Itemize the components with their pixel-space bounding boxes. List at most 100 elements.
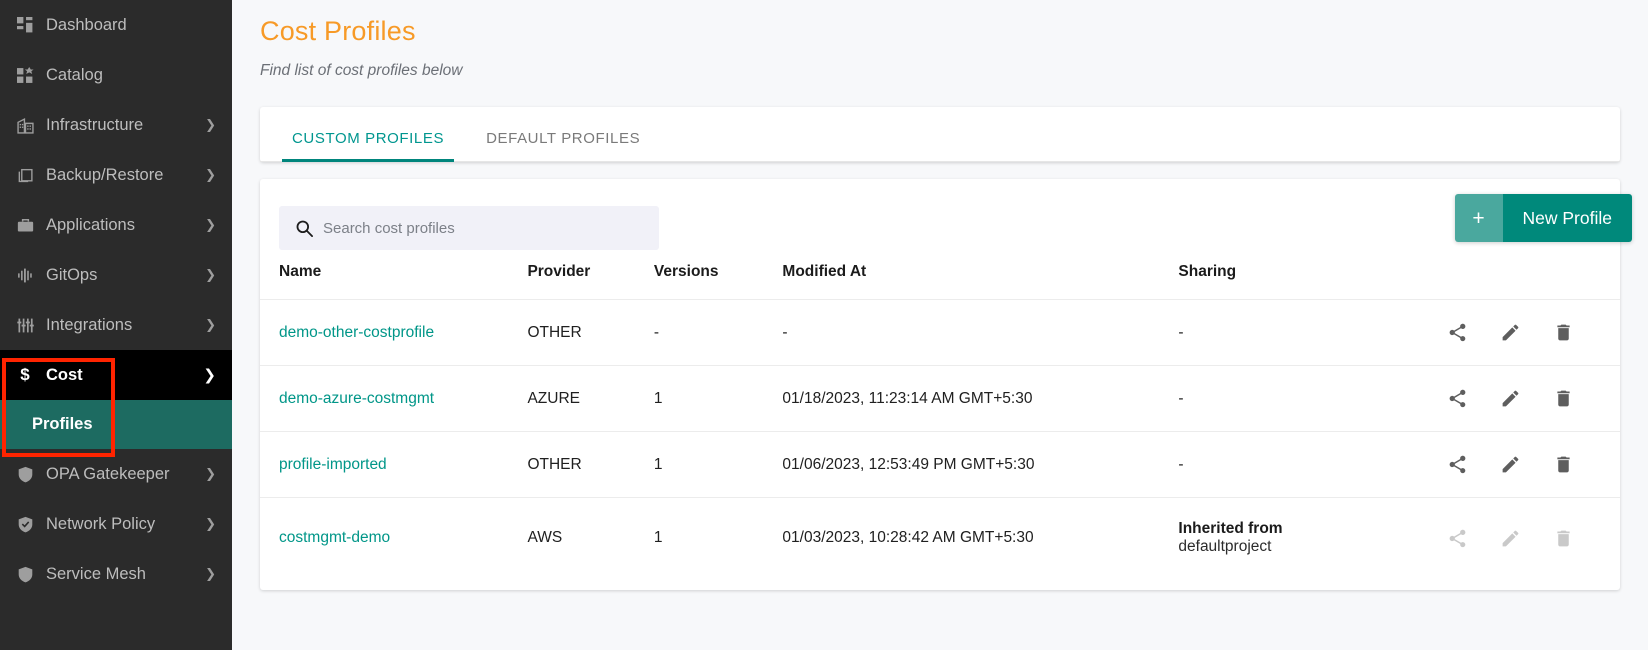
cell-modified-at: - xyxy=(782,299,1179,366)
sidebar-item-label: Infrastructure xyxy=(46,115,144,134)
sidebar-item-label: Integrations xyxy=(46,315,133,334)
table-row: costmgmt-demo AWS 1 01/03/2023, 10:28:42… xyxy=(260,498,1620,579)
share-icon xyxy=(1447,528,1468,549)
table-body: demo-other-costprofile OTHER - - - demo-… xyxy=(260,299,1620,579)
sidebar-item-dashboard[interactable]: Dashboard xyxy=(0,0,232,50)
cell-versions: - xyxy=(653,299,783,366)
sidebar-item-integrations[interactable]: Integrations ❯ xyxy=(0,300,232,350)
sharing-inherited-label: Inherited from xyxy=(1178,520,1283,537)
chevron-right-icon: ❯ xyxy=(205,117,216,133)
column-header-modified-at[interactable]: Modified At xyxy=(782,257,1179,300)
sidebar-item-label: Dashboard xyxy=(46,15,127,34)
profile-link[interactable]: demo-other-costprofile xyxy=(279,324,434,341)
row-actions xyxy=(1433,454,1620,475)
sharing-project-name: defaultproject xyxy=(1178,538,1272,555)
edit-pencil-icon[interactable] xyxy=(1500,322,1521,343)
delete-trash-icon[interactable] xyxy=(1553,388,1574,409)
tab-custom-profiles[interactable]: CUSTOM PROFILES xyxy=(282,130,455,162)
dashboard-icon xyxy=(12,16,38,34)
cell-provider: OTHER xyxy=(527,431,654,498)
cell-provider: AWS xyxy=(527,529,563,546)
cell-modified-at: 01/06/2023, 12:53:49 PM GMT+5:30 xyxy=(782,431,1179,498)
cell-versions: 1 xyxy=(653,529,663,546)
delete-trash-icon xyxy=(1553,528,1574,549)
sidebar-item-cost[interactable]: $ Cost ❯ xyxy=(0,350,232,400)
sidebar-item-opa-gatekeeper[interactable]: OPA Gatekeeper ❯ xyxy=(0,449,232,499)
sidebar-item-network-policy[interactable]: Network Policy ❯ xyxy=(0,499,232,549)
plus-icon[interactable]: + xyxy=(1454,194,1503,242)
tab-label: CUSTOM PROFILES xyxy=(292,130,445,147)
sidebar-item-label: OPA Gatekeeper xyxy=(46,464,170,483)
tab-default-profiles[interactable]: DEFAULT PROFILES xyxy=(476,130,650,161)
page-header: Cost Profiles Find list of cost profiles… xyxy=(232,0,1648,80)
profile-link[interactable]: profile-imported xyxy=(279,456,387,473)
column-header-name[interactable]: Name xyxy=(260,257,528,300)
sidebar-item-gitops[interactable]: GitOps ❯ xyxy=(0,250,232,300)
delete-trash-icon[interactable] xyxy=(1553,322,1574,343)
cell-actions xyxy=(1433,299,1620,366)
cell-actions xyxy=(1433,431,1620,498)
cell-versions: 1 xyxy=(653,431,783,498)
table-row: demo-other-costprofile OTHER - - - xyxy=(260,299,1620,366)
chevron-right-icon: ❯ xyxy=(205,466,216,482)
search-input[interactable] xyxy=(323,219,647,237)
sidebar-item-infrastructure[interactable]: Infrastructure ❯ xyxy=(0,100,232,150)
cell-sharing: - xyxy=(1178,299,1434,366)
sidebar-item-service-mesh[interactable]: Service Mesh ❯ xyxy=(0,549,232,599)
catalog-icon xyxy=(12,66,38,84)
sidebar-item-label: Backup/Restore xyxy=(46,165,164,184)
edit-pencil-icon[interactable] xyxy=(1500,454,1521,475)
profiles-card: + New Profile Name Provider Versions Mod… xyxy=(260,179,1632,590)
chevron-right-icon: ❯ xyxy=(205,167,216,183)
cell-name: demo-other-costprofile xyxy=(260,299,528,366)
profile-link[interactable]: costmgmt-demo xyxy=(279,529,390,546)
delete-trash-icon[interactable] xyxy=(1553,454,1574,475)
edit-pencil-icon[interactable] xyxy=(1500,388,1521,409)
page-title: Cost Profiles xyxy=(260,16,416,46)
chevron-right-icon: ❯ xyxy=(205,516,216,532)
column-header-sharing[interactable]: Sharing xyxy=(1178,257,1434,300)
tab-bar: CUSTOM PROFILES DEFAULT PROFILES xyxy=(260,107,1620,162)
chevron-right-icon: ❯ xyxy=(205,566,216,582)
row-actions xyxy=(1433,388,1620,409)
search-icon xyxy=(291,219,317,238)
shield-icon xyxy=(12,566,38,583)
shield-check-icon xyxy=(12,516,38,533)
cell-actions xyxy=(1433,498,1620,579)
tab-label: DEFAULT PROFILES xyxy=(486,130,641,147)
sidebar-item-applications[interactable]: Applications ❯ xyxy=(0,200,232,250)
cell-name: demo-azure-costmgmt xyxy=(260,365,528,432)
sidebar-item-label: GitOps xyxy=(46,265,98,284)
column-header-actions xyxy=(1433,257,1620,300)
table-toolbar: + New Profile xyxy=(260,179,1632,257)
sidebar-subitem-label: Profiles xyxy=(32,415,93,433)
cell-sharing: - xyxy=(1178,365,1434,432)
dollar-icon: $ xyxy=(20,365,30,384)
main-content: Cost Profiles Find list of cost profiles… xyxy=(232,0,1648,650)
cell-sharing: - xyxy=(1178,431,1434,498)
pipeline-icon xyxy=(12,267,38,284)
column-header-versions[interactable]: Versions xyxy=(653,257,783,300)
building-icon xyxy=(12,117,38,134)
cell-provider: AZURE xyxy=(527,365,654,432)
share-icon[interactable] xyxy=(1447,454,1468,475)
profiles-table: Name Provider Versions Modified At Shari… xyxy=(260,257,1620,578)
sliders-icon xyxy=(12,317,38,334)
sidebar-item-profiles[interactable]: Profiles xyxy=(0,400,232,449)
chevron-right-icon: ❯ xyxy=(205,267,216,283)
new-profile-button[interactable]: + New Profile xyxy=(1454,194,1632,242)
new-profile-label[interactable]: New Profile xyxy=(1502,194,1632,242)
sidebar-item-backup-restore[interactable]: Backup/Restore ❯ xyxy=(0,150,232,200)
share-icon[interactable] xyxy=(1447,322,1468,343)
sidebar-item-catalog[interactable]: Catalog xyxy=(0,50,232,100)
row-actions xyxy=(1433,528,1620,549)
cell-sharing: Inherited from defaultproject xyxy=(1178,498,1433,579)
share-icon[interactable] xyxy=(1447,388,1468,409)
sidebar-item-label: Service Mesh xyxy=(46,564,146,583)
cell-name: profile-imported xyxy=(260,431,528,498)
column-header-provider[interactable]: Provider xyxy=(527,257,654,300)
app-root: Dashboard Catalog Infrastructure ❯ Backu… xyxy=(0,0,1648,650)
profile-link[interactable]: demo-azure-costmgmt xyxy=(279,390,434,407)
search-container[interactable] xyxy=(279,206,659,250)
briefcase-icon xyxy=(12,217,38,234)
